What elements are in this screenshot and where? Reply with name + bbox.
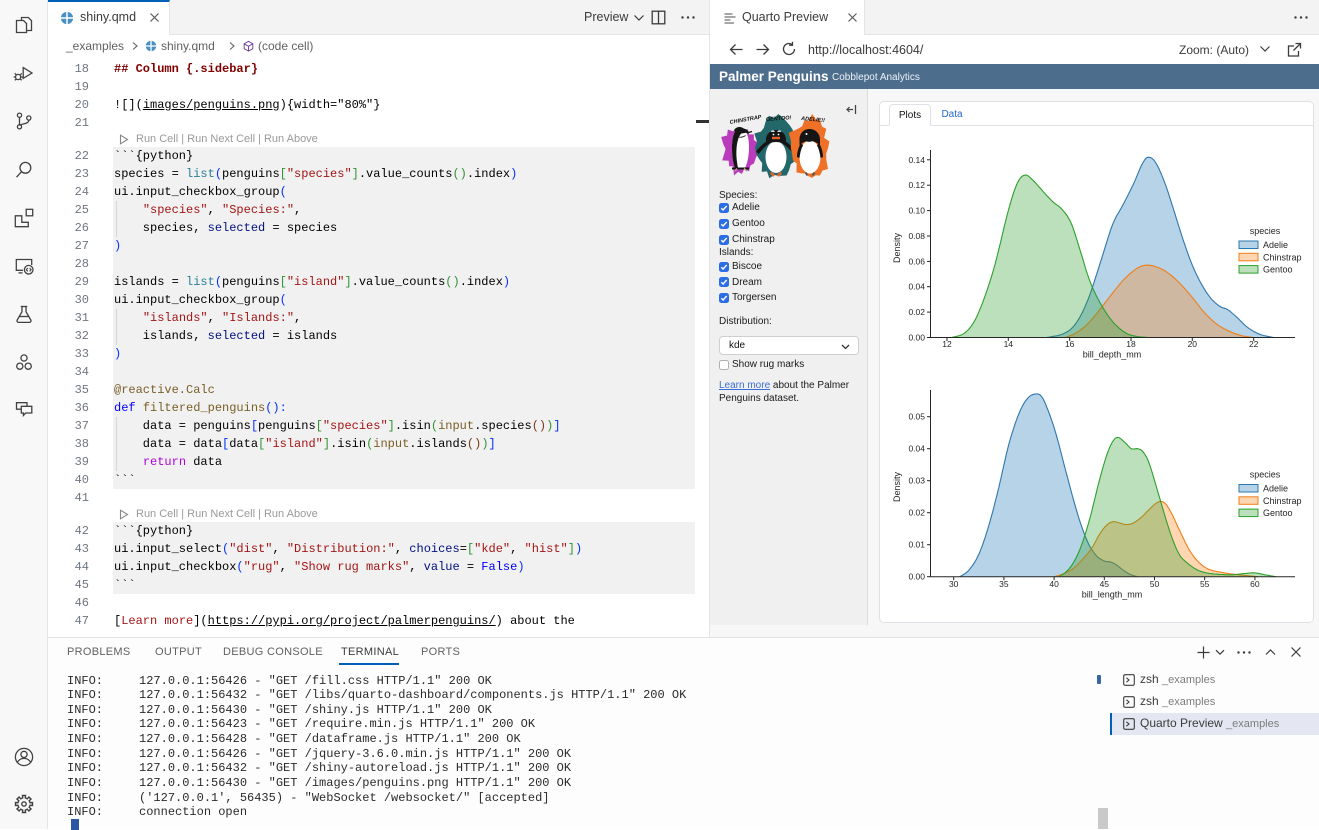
svg-text:0.04: 0.04 [908, 282, 925, 292]
svg-text:0.10: 0.10 [908, 206, 925, 216]
svg-text:0.01: 0.01 [908, 540, 925, 550]
svg-text:Gentoo: Gentoo [1263, 265, 1293, 275]
svg-text:bill_length_mm: bill_length_mm [1082, 590, 1143, 600]
svg-text:45: 45 [1100, 579, 1110, 589]
svg-text:0.02: 0.02 [908, 307, 925, 317]
svg-text:60: 60 [1250, 579, 1260, 589]
svg-text:22: 22 [1249, 339, 1259, 349]
svg-text:CHINSTRAP: CHINSTRAP [729, 114, 762, 126]
svg-text:40: 40 [1049, 579, 1059, 589]
svg-text:12: 12 [942, 339, 952, 349]
svg-text:55: 55 [1200, 579, 1210, 589]
svg-text:0.12: 0.12 [908, 180, 925, 190]
svg-text:30: 30 [949, 579, 959, 589]
svg-text:Density: Density [892, 471, 902, 502]
svg-text:18: 18 [1126, 339, 1136, 349]
svg-text:35: 35 [999, 579, 1009, 589]
svg-text:Density: Density [892, 232, 902, 263]
svg-text:Chinstrap: Chinstrap [1263, 252, 1302, 262]
svg-text:16: 16 [1065, 339, 1075, 349]
svg-text:14: 14 [1004, 339, 1014, 349]
svg-text:0.05: 0.05 [908, 412, 925, 422]
svg-text:20: 20 [1188, 339, 1198, 349]
svg-text:0.00: 0.00 [908, 333, 925, 343]
svg-text:Adelie: Adelie [1263, 240, 1288, 250]
svg-text:bill_depth_mm: bill_depth_mm [1083, 350, 1142, 360]
svg-text:0.00: 0.00 [908, 572, 925, 582]
svg-text:0.06: 0.06 [908, 256, 925, 266]
svg-text:Adelie: Adelie [1263, 484, 1288, 494]
svg-text:50: 50 [1150, 579, 1160, 589]
svg-text:Gentoo: Gentoo [1263, 508, 1293, 518]
svg-text:Chinstrap: Chinstrap [1263, 496, 1302, 506]
svg-text:0.14: 0.14 [908, 155, 925, 165]
svg-text:0.03: 0.03 [908, 476, 925, 486]
svg-text:species: species [1250, 226, 1281, 236]
svg-text:0.08: 0.08 [908, 231, 925, 241]
svg-text:0.02: 0.02 [908, 508, 925, 518]
svg-text:0.04: 0.04 [908, 444, 925, 454]
svg-text:species: species [1250, 470, 1281, 480]
svg-text:GENTOO!: GENTOO! [766, 115, 792, 123]
